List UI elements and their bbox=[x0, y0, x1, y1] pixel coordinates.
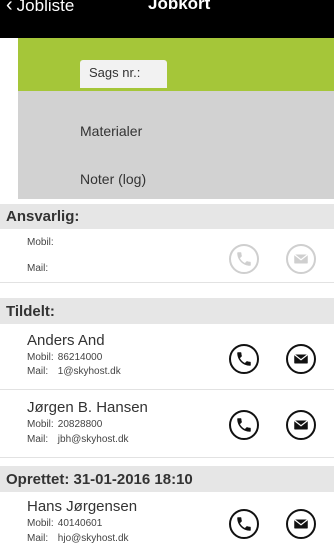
mobile-value: 86214000 bbox=[57, 352, 103, 363]
mobile-value: 40140601 bbox=[57, 518, 103, 529]
person-name: Anders And bbox=[27, 332, 105, 349]
mail-button[interactable] bbox=[286, 244, 316, 274]
call-button[interactable] bbox=[229, 410, 259, 440]
envelope-icon bbox=[293, 354, 309, 364]
mail-label: Mail: bbox=[27, 533, 49, 544]
person-mail: Mail: 1@skyhost.dk bbox=[27, 366, 121, 377]
mobile-label: Mobil: bbox=[27, 237, 54, 248]
mail-button[interactable] bbox=[286, 344, 316, 374]
call-button[interactable] bbox=[229, 509, 259, 539]
menu-item-materialer[interactable]: Materialer bbox=[80, 123, 142, 139]
person-mail: Mail: jbh@skyhost.dk bbox=[27, 434, 129, 445]
menu-item-label: Materialer bbox=[80, 123, 143, 139]
call-button[interactable] bbox=[229, 344, 259, 374]
mail-label: Mail: bbox=[27, 263, 49, 274]
list-item: Jørgen B. Hansen Mobil: 20828800 Mail: j… bbox=[0, 390, 334, 458]
navigation-bar: ‹ Jobliste Jobkort bbox=[0, 0, 334, 38]
person-mail: Mail: hjo@skyhost.dk bbox=[27, 533, 129, 544]
mail-label: Mail: bbox=[27, 366, 49, 377]
call-button[interactable] bbox=[229, 244, 259, 274]
phone-icon bbox=[237, 418, 251, 432]
menu-item-label: Noter (log) bbox=[80, 171, 147, 187]
section-header-assigned: Tildelt: bbox=[0, 298, 334, 324]
mail-label: Mail: bbox=[27, 434, 49, 445]
list-item: Hans Jørgensen Mobil: 40140601 Mail: hjo… bbox=[0, 492, 334, 552]
mail-value: jbh@skyhost.dk bbox=[57, 434, 129, 445]
section-header-created: Oprettet: 31-01-2016 18:10 bbox=[0, 466, 334, 492]
mail-button[interactable] bbox=[286, 410, 316, 440]
mail-button[interactable] bbox=[286, 509, 316, 539]
phone-icon bbox=[237, 252, 251, 266]
job-menu: Materialer Noter (log) bbox=[18, 91, 334, 199]
page-title: Jobkort bbox=[148, 0, 211, 13]
back-button[interactable]: ‹ Jobliste bbox=[6, 0, 74, 17]
person-mobile: Mobil: 40140601 bbox=[27, 518, 102, 529]
person-mobile: Mobil: 86214000 bbox=[27, 352, 102, 363]
person-mobile: Mobil: 20828800 bbox=[27, 419, 102, 430]
phone-icon bbox=[237, 352, 251, 366]
phone-icon bbox=[237, 517, 251, 531]
back-button-label: Jobliste bbox=[16, 0, 75, 15]
list-item: Anders And Mobil: 86214000 Mail: 1@skyho… bbox=[0, 324, 334, 390]
section-header-responsible: Ansvarlig: bbox=[0, 204, 334, 229]
mail-value: 1@skyhost.dk bbox=[57, 366, 121, 377]
mobile-label: Mobil: bbox=[27, 518, 54, 529]
person-name: Hans Jørgensen bbox=[27, 498, 138, 515]
mobile-value: 20828800 bbox=[57, 419, 103, 430]
menu-item-noter[interactable]: Noter (log) bbox=[80, 171, 146, 187]
chevron-left-icon: ‹ bbox=[6, 0, 13, 16]
mail-value: hjo@skyhost.dk bbox=[57, 533, 129, 544]
mobile-label: Mobil: bbox=[27, 352, 54, 363]
person-name: Jørgen B. Hansen bbox=[27, 399, 148, 416]
envelope-icon bbox=[293, 254, 309, 264]
envelope-icon bbox=[293, 420, 309, 430]
header-strip bbox=[18, 38, 334, 91]
mobile-label: Mobil: bbox=[27, 419, 54, 430]
envelope-icon bbox=[293, 519, 309, 529]
responsible-row: Mobil: Mail: bbox=[0, 229, 334, 283]
case-number-tab[interactable]: Sags nr.: bbox=[80, 60, 167, 88]
